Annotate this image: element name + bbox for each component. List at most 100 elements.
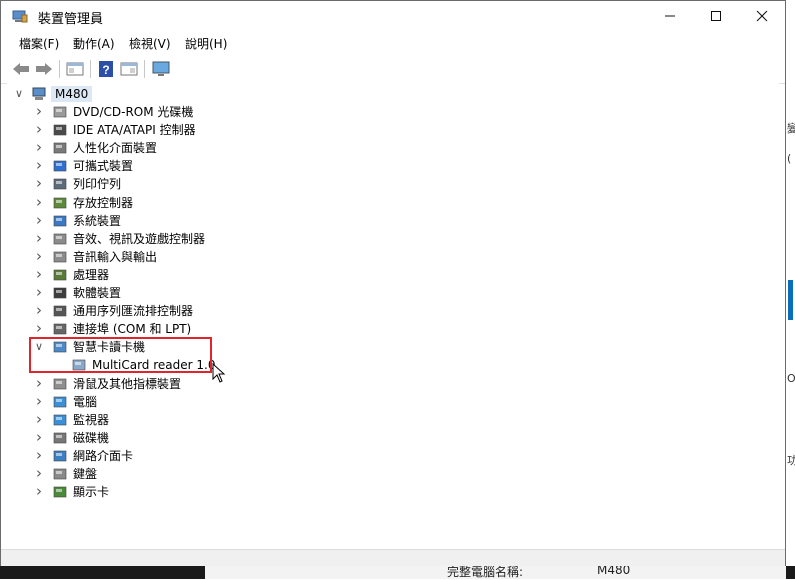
- background-window: 變 ( O 功: [786, 0, 795, 579]
- tree-category-item[interactable]: › 存放控制器: [7, 194, 767, 212]
- chevron-right-icon[interactable]: ›: [33, 303, 45, 318]
- close-button[interactable]: [739, 1, 785, 31]
- tree-category-item[interactable]: › 處理器: [7, 266, 767, 284]
- processor-icon: [53, 269, 67, 281]
- mouse-cursor-icon: [212, 363, 226, 383]
- tree-category-item[interactable]: › 網路介面卡: [7, 447, 767, 465]
- chevron-right-icon[interactable]: ›: [33, 212, 45, 228]
- forward-button[interactable]: [34, 59, 54, 79]
- tree-item-label: 軟體裝置: [73, 286, 122, 300]
- computer-icon: [53, 396, 67, 407]
- tree-category-item[interactable]: › 顯示卡: [7, 483, 767, 501]
- background-text: (: [787, 152, 792, 165]
- tree-category-item[interactable]: › 軟體裝置: [7, 284, 767, 302]
- device-manager-window: 裝置管理員 檔案(F) 動作(A) 檢視(V) 說明(H) ? ∨ M480 ›…: [0, 0, 786, 566]
- tree-item-label: 音效、視訊及遊戲控制器: [73, 231, 206, 246]
- toolbar: ?: [1, 55, 785, 84]
- back-icon: [13, 63, 29, 75]
- tree-category-item[interactable]: › 滑鼠及其他指標裝置: [7, 375, 767, 393]
- properties-icon: [66, 62, 84, 76]
- close-icon: [756, 10, 768, 22]
- tree-category-item[interactable]: › 連接埠 (COM 和 LPT): [7, 320, 767, 338]
- tree-item-label: 存放控制器: [73, 195, 134, 210]
- tree-category-item[interactable]: › 通用序列匯流排控制器: [7, 302, 767, 320]
- storage-controller-icon: [53, 197, 67, 208]
- hid-icon: [53, 142, 67, 154]
- chevron-right-icon[interactable]: ›: [33, 266, 45, 282]
- system-device-icon: [53, 215, 67, 226]
- tree-item-label: 處理器: [73, 267, 110, 282]
- tree-item-label: 可攜式裝置: [73, 159, 134, 174]
- highlight-annotation: [29, 337, 212, 373]
- tree-item-label: 人性化介面裝置: [73, 141, 158, 156]
- monitor-icon: [152, 61, 170, 76]
- tree-category-item[interactable]: › 人性化介面裝置: [7, 139, 767, 157]
- tree-root-label: M480: [51, 86, 93, 102]
- chevron-right-icon[interactable]: ›: [33, 321, 45, 336]
- chevron-right-icon[interactable]: ›: [33, 429, 45, 445]
- chevron-right-icon[interactable]: ›: [33, 393, 45, 409]
- chevron-right-icon[interactable]: ›: [33, 104, 45, 119]
- chevron-right-icon[interactable]: ›: [33, 466, 45, 481]
- tree-category-item[interactable]: › 磁碟機: [7, 429, 767, 447]
- monitor-device-icon: [53, 414, 67, 425]
- background-text: O: [787, 372, 795, 385]
- device-manager-app-icon: [12, 10, 28, 23]
- tree-item-label: 音訊輸入與輸出: [73, 249, 158, 264]
- tree-category-item[interactable]: › 鍵盤: [7, 465, 767, 483]
- background-text: 變: [787, 122, 795, 135]
- software-device-icon: [53, 287, 67, 299]
- mouse-icon: [53, 378, 67, 389]
- tree-root[interactable]: ∨ M480: [7, 85, 767, 103]
- chevron-right-icon[interactable]: ›: [33, 375, 45, 391]
- dvd-icon: [53, 106, 67, 118]
- tree-category-item[interactable]: › 監視器: [7, 411, 767, 429]
- printer-icon: [53, 179, 67, 190]
- tree-category-item[interactable]: › DVD/CD-ROM 光碟機: [7, 103, 767, 121]
- device-tree: ∨ M480 › DVD/CD-ROM 光碟機 › IDE ATA/ATAPI 控制器…: [7, 83, 779, 549]
- forward-icon: [36, 63, 52, 75]
- tree-category-item[interactable]: › 列印佇列: [7, 175, 767, 193]
- title-bar[interactable]: 裝置管理員: [1, 1, 785, 31]
- chevron-right-icon[interactable]: ›: [33, 176, 45, 191]
- network-adapter-icon: [53, 450, 67, 462]
- chevron-right-icon[interactable]: ›: [33, 122, 45, 137]
- tree-item-label: 連接埠 (COM 和 LPT): [73, 322, 192, 337]
- disk-drive-icon: [53, 432, 67, 444]
- properties-button[interactable]: [65, 59, 85, 79]
- menu-file[interactable]: 檔案(F): [19, 35, 59, 52]
- chevron-right-icon[interactable]: ›: [33, 447, 45, 463]
- chevron-right-icon[interactable]: ›: [33, 230, 45, 246]
- speaker-icon: [53, 233, 67, 244]
- tree-item-label: IDE ATA/ATAPI 控制器: [73, 123, 196, 138]
- minimize-button[interactable]: [647, 1, 693, 31]
- menu-action[interactable]: 動作(A): [73, 35, 115, 52]
- tree-category-item[interactable]: › IDE ATA/ATAPI 控制器: [7, 121, 767, 139]
- tree-category-item[interactable]: › 系統裝置: [7, 212, 767, 230]
- tree-category-item[interactable]: › 可攜式裝置: [7, 157, 767, 175]
- tree-category-item[interactable]: › 電腦: [7, 393, 767, 411]
- computer-root-icon: [32, 87, 46, 100]
- display-adapter-icon: [53, 486, 67, 498]
- tree-item-label: 電腦: [73, 394, 98, 409]
- menu-view[interactable]: 檢視(V): [129, 35, 171, 52]
- chevron-right-icon[interactable]: ›: [33, 248, 45, 264]
- show-hidden-button[interactable]: [119, 59, 139, 79]
- chevron-right-icon[interactable]: ›: [33, 194, 45, 210]
- chevron-right-icon[interactable]: ›: [33, 158, 45, 173]
- chevron-down-icon[interactable]: ∨: [13, 87, 25, 101]
- tree-category-item[interactable]: › 音訊輸入與輸出: [7, 248, 767, 266]
- back-button[interactable]: [11, 59, 31, 79]
- help-button[interactable]: ?: [96, 59, 116, 79]
- menu-bar: 檔案(F) 動作(A) 檢視(V) 說明(H): [1, 31, 785, 53]
- menu-help[interactable]: 說明(H): [185, 35, 227, 52]
- tree-category-item[interactable]: › 音效、視訊及遊戲控制器: [7, 230, 767, 248]
- chevron-right-icon[interactable]: ›: [33, 140, 45, 155]
- minimize-icon: [665, 15, 675, 17]
- maximize-button[interactable]: [693, 1, 739, 31]
- tree-item-label: 顯示卡: [73, 485, 110, 500]
- chevron-right-icon[interactable]: ›: [33, 411, 45, 427]
- chevron-right-icon[interactable]: ›: [33, 484, 45, 499]
- chevron-right-icon[interactable]: ›: [33, 285, 45, 300]
- scan-hardware-button[interactable]: [151, 59, 171, 79]
